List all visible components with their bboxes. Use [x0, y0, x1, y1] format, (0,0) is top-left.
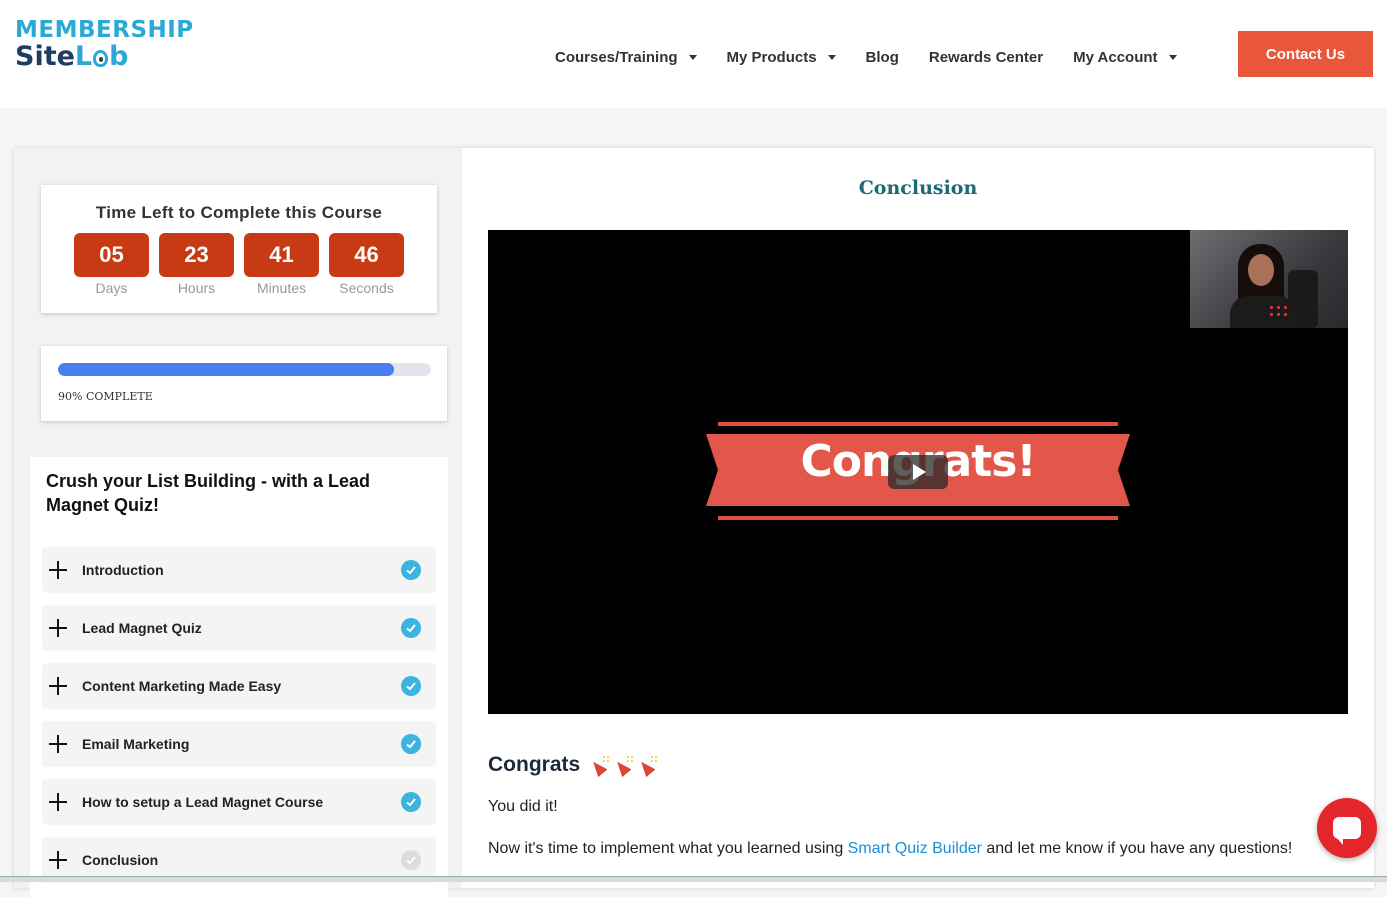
chat-button[interactable]: [1317, 798, 1377, 858]
check-circle-icon: [401, 792, 421, 812]
timer-hours-value: 23: [159, 233, 234, 277]
timer-days-value: 05: [74, 233, 149, 277]
timer-hours-label: Hours: [177, 280, 216, 296]
party-popper-icon: [590, 754, 612, 776]
timer-units: 05 Days 23 Hours 41 Minutes 46 Seconds: [74, 233, 404, 296]
nav-blog[interactable]: Blog: [866, 47, 899, 67]
timer-minutes: 41 Minutes: [244, 233, 319, 296]
check-circle-icon: [401, 618, 421, 638]
course-progress: 90% COMPLETE: [41, 346, 447, 421]
plus-icon[interactable]: [49, 735, 67, 753]
timer-minutes-label: Minutes: [256, 280, 307, 296]
lesson-text-2: Now it's time to implement what you lear…: [488, 840, 1293, 857]
logo-lab-b: b: [109, 41, 129, 72]
timer-minutes-value: 41: [244, 233, 319, 277]
check-circle-icon: [401, 676, 421, 696]
caret-down-icon: [827, 54, 836, 60]
site-header: MEMBERSHIP Site L b Courses/Training My …: [0, 0, 1387, 108]
logo-site: Site: [15, 41, 75, 72]
contact-us-button[interactable]: Contact Us: [1238, 31, 1373, 77]
lesson-name: Conclusion: [82, 852, 159, 868]
logo-lab-l: L: [74, 41, 93, 72]
webcam-overlay: [1190, 230, 1348, 328]
timer-hours: 23 Hours: [159, 233, 234, 296]
check-circle-icon: [401, 850, 421, 870]
lesson-heading: Conclusion: [858, 177, 978, 199]
timer-seconds-value: 46: [329, 233, 404, 277]
video-player[interactable]: Congrats!: [488, 230, 1348, 714]
logo-text-top: MEMBERSHIP: [15, 17, 194, 43]
course-timer: Time Left to Complete this Course 05 Day…: [41, 185, 437, 313]
caret-down-icon: [1168, 54, 1177, 60]
nav-my-account[interactable]: My Account: [1073, 47, 1177, 67]
timer-days-label: Days: [95, 280, 128, 296]
timer-title: Time Left to Complete this Course: [95, 203, 383, 222]
progress-label: 90% COMPLETE: [58, 390, 153, 403]
plus-icon[interactable]: [49, 561, 67, 579]
main-nav: Courses/Training My Products Blog Reward…: [555, 47, 1207, 67]
course-outline: Crush your List Building - with a Lead M…: [30, 457, 448, 897]
smart-quiz-builder-link[interactable]: Smart Quiz Builder: [848, 840, 982, 857]
lesson-name: Introduction: [82, 562, 164, 578]
lesson-item[interactable]: Email Marketing: [42, 721, 436, 767]
progress-bar: [58, 363, 431, 376]
play-icon[interactable]: [888, 455, 948, 489]
plus-icon[interactable]: [49, 677, 67, 695]
timer-days: 05 Days: [74, 233, 149, 296]
timer-seconds-label: Seconds: [339, 280, 394, 296]
plus-icon[interactable]: [49, 619, 67, 637]
site-logo[interactable]: MEMBERSHIP Site L b: [15, 18, 194, 72]
progress-bar-fill: [58, 363, 394, 376]
lesson-item[interactable]: Content Marketing Made Easy: [42, 663, 436, 709]
lesson-content: Conclusion Congrats! Congrats: [462, 148, 1374, 888]
course-sidebar: Time Left to Complete this Course 05 Day…: [14, 148, 462, 897]
caret-down-icon: [688, 54, 697, 60]
logo-text-bottom: Site L b: [15, 42, 194, 72]
window-bottom-edge: [0, 876, 1387, 882]
check-circle-icon: [401, 560, 421, 580]
nav-rewards-center[interactable]: Rewards Center: [929, 47, 1043, 67]
lesson-name: Email Marketing: [82, 736, 190, 752]
course-container: Time Left to Complete this Course 05 Day…: [14, 148, 1374, 897]
lesson-name: Lead Magnet Quiz: [82, 620, 202, 636]
course-title: Crush your List Building - with a Lead M…: [46, 471, 371, 515]
party-popper-icon: [638, 754, 660, 776]
plus-icon[interactable]: [49, 793, 67, 811]
lightbulb-icon: [93, 49, 109, 67]
nav-my-products[interactable]: My Products: [727, 47, 836, 67]
lesson-item[interactable]: Introduction: [42, 547, 436, 593]
plus-icon[interactable]: [49, 851, 67, 869]
chat-icon: [1333, 817, 1361, 845]
lesson-name: Content Marketing Made Easy: [82, 678, 282, 694]
check-circle-icon: [401, 734, 421, 754]
nav-courses-training[interactable]: Courses/Training: [555, 47, 697, 67]
lesson-name: How to setup a Lead Magnet Course: [82, 794, 324, 810]
lesson-item[interactable]: Lead Magnet Quiz: [42, 605, 436, 651]
lesson-item[interactable]: How to setup a Lead Magnet Course: [42, 779, 436, 825]
timer-seconds: 46 Seconds: [329, 233, 404, 296]
party-popper-icon: [614, 754, 636, 776]
lesson-text-1: You did it!: [488, 798, 558, 815]
congrats-heading: Congrats: [488, 753, 660, 777]
